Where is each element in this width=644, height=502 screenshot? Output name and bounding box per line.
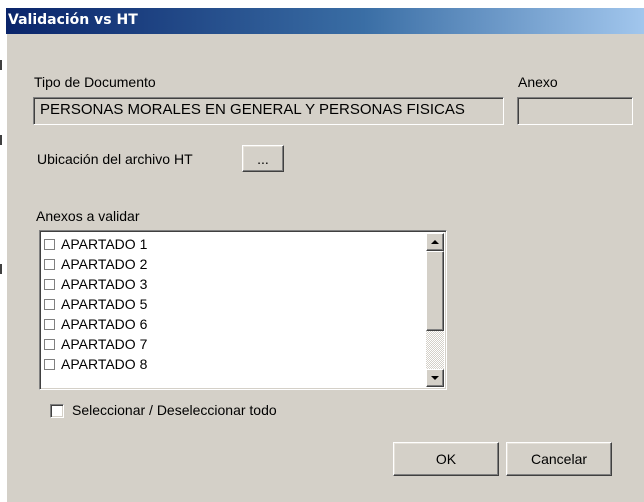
select-all-checkbox[interactable] bbox=[50, 404, 64, 418]
tipo-documento-label: Tipo de Documento bbox=[34, 74, 156, 90]
browse-file-button[interactable]: ... bbox=[242, 145, 284, 172]
list-item-apartado-3[interactable]: APARTADO 3 bbox=[44, 274, 147, 294]
list-scrollbar[interactable] bbox=[426, 233, 444, 387]
anexo-label: Anexo bbox=[518, 74, 558, 90]
list-item-apartado-5[interactable]: APARTADO 5 bbox=[44, 294, 147, 314]
scroll-down-button[interactable] bbox=[426, 369, 444, 387]
ubicacion-label: Ubicación del archivo HT bbox=[37, 151, 193, 167]
checkbox[interactable] bbox=[44, 339, 55, 350]
anexos-listbox[interactable]: APARTADO 1 APARTADO 2 APARTADO 3 APARTAD… bbox=[39, 230, 447, 390]
select-all-label[interactable]: Seleccionar / Deseleccionar todo bbox=[72, 402, 277, 418]
scroll-down-arrow-icon bbox=[431, 376, 439, 380]
title-bar[interactable]: Validación vs HT bbox=[6, 8, 644, 34]
list-item-label: APARTADO 1 bbox=[61, 236, 148, 252]
anexo-field[interactable] bbox=[517, 97, 633, 125]
cancel-button[interactable]: Cancelar bbox=[506, 442, 612, 476]
background-edge-mark bbox=[0, 135, 2, 145]
list-item-label: APARTADO 8 bbox=[61, 356, 148, 372]
scroll-up-button[interactable] bbox=[426, 233, 444, 251]
list-item-apartado-2[interactable]: APARTADO 2 bbox=[44, 254, 147, 274]
list-item-label: APARTADO 6 bbox=[61, 316, 148, 332]
list-item-apartado-8[interactable]: APARTADO 8 bbox=[44, 354, 147, 374]
list-item-apartado-7[interactable]: APARTADO 7 bbox=[44, 334, 147, 354]
list-item-label: APARTADO 2 bbox=[61, 256, 148, 272]
checkbox[interactable] bbox=[44, 319, 55, 330]
list-item-apartado-6[interactable]: APARTADO 6 bbox=[44, 314, 147, 334]
list-item-label: APARTADO 5 bbox=[61, 296, 148, 312]
background-edge-mark bbox=[0, 264, 2, 274]
checkbox[interactable] bbox=[44, 239, 55, 250]
list-item-label: APARTADO 3 bbox=[61, 276, 148, 292]
tipo-documento-field[interactable]: PERSONAS MORALES EN GENERAL Y PERSONAS F… bbox=[33, 97, 504, 125]
checkbox[interactable] bbox=[44, 259, 55, 270]
validation-dialog: Validación vs HT Tipo de Documento PERSO… bbox=[6, 8, 644, 502]
checkbox[interactable] bbox=[44, 359, 55, 370]
scroll-thumb[interactable] bbox=[426, 251, 444, 331]
anexos-validar-label: Anexos a validar bbox=[36, 208, 140, 224]
checkbox[interactable] bbox=[44, 299, 55, 310]
list-item-apartado-1[interactable]: APARTADO 1 bbox=[44, 234, 147, 254]
ok-button[interactable]: OK bbox=[393, 442, 499, 476]
list-item-label: APARTADO 7 bbox=[61, 336, 148, 352]
background-edge-mark bbox=[0, 60, 2, 70]
scroll-up-arrow-icon bbox=[431, 240, 439, 244]
window-title: Validación vs HT bbox=[8, 12, 138, 28]
checkbox[interactable] bbox=[44, 279, 55, 290]
